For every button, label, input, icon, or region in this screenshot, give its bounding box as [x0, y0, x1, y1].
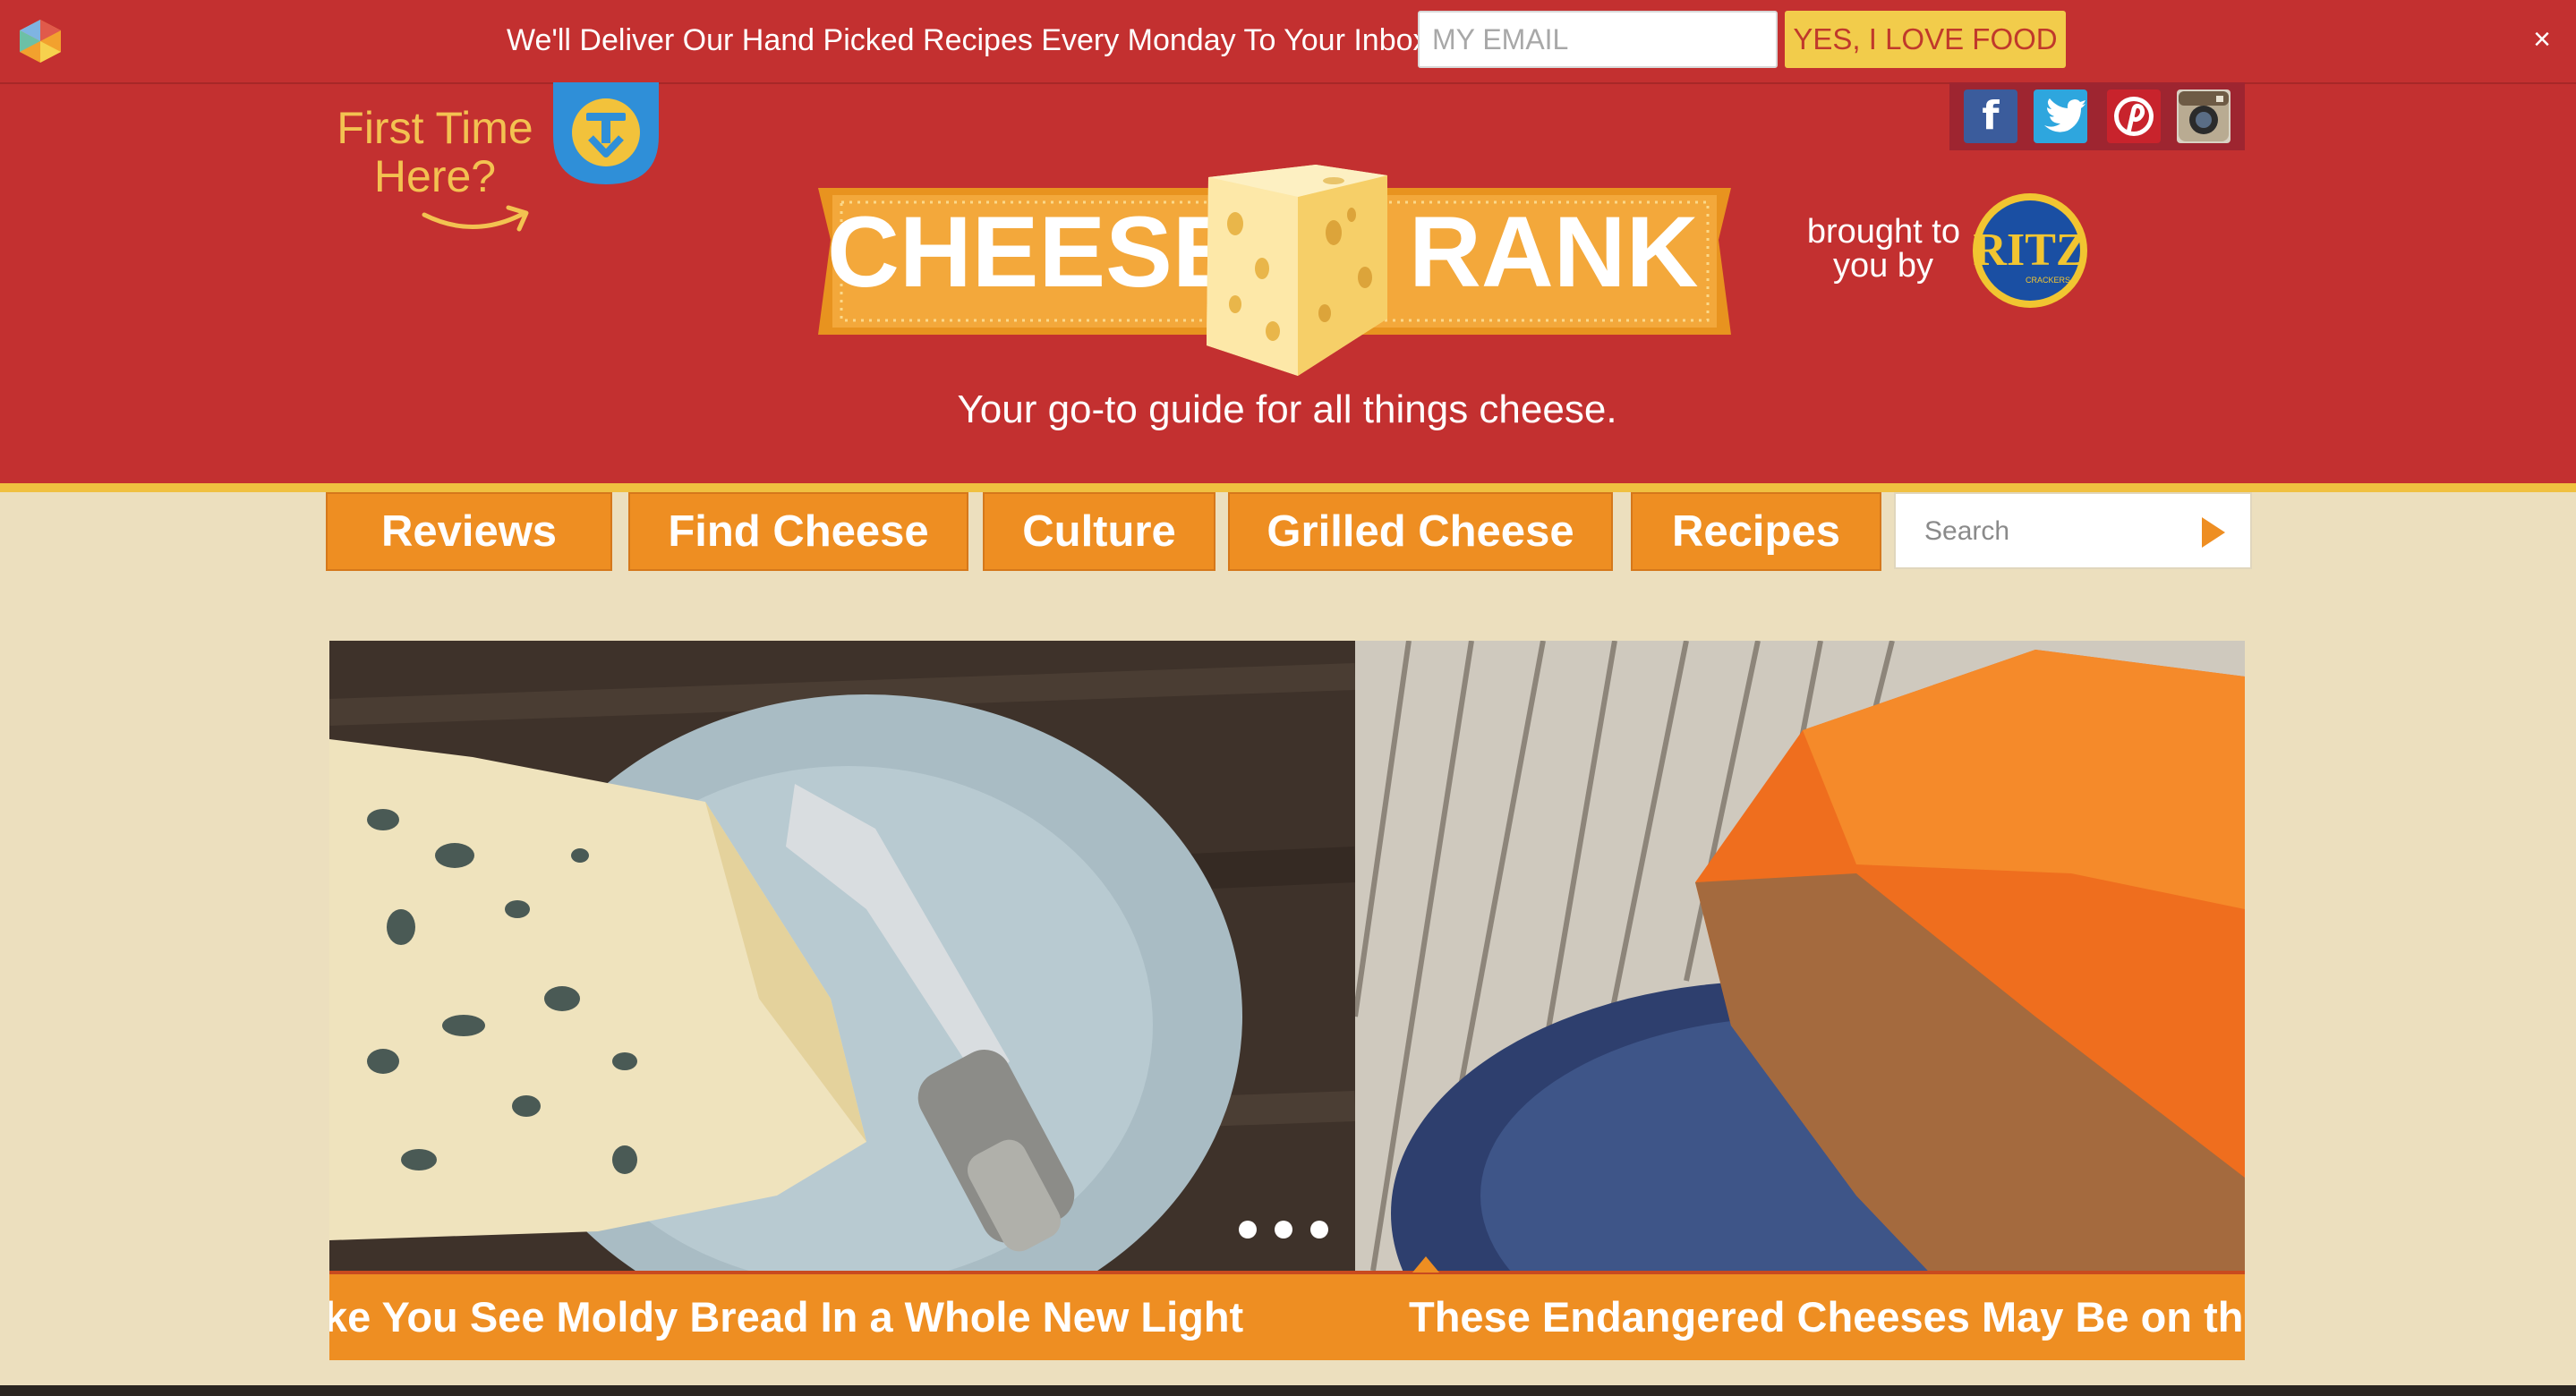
logo-text-left: CHEESE — [827, 196, 1240, 308]
curved-arrow-icon — [422, 205, 529, 232]
nav-item-grilled-cheese[interactable]: Grilled Cheese — [1228, 492, 1613, 571]
sponsor-name: RITZ — [1973, 225, 2086, 276]
slider-dot[interactable] — [1310, 1221, 1328, 1239]
search-submit-icon[interactable] — [2200, 515, 2227, 549]
caption-pointer — [1412, 1256, 1439, 1273]
promo-logo-icon[interactable] — [16, 18, 64, 64]
nav-item-find-cheese[interactable]: Find Cheese — [628, 492, 968, 571]
search-input[interactable] — [1923, 506, 2195, 557]
site-logo[interactable]: CHEESE RANK — [815, 161, 1735, 385]
sponsor-label: brought to you by — [1781, 215, 1960, 283]
first-time-line2: Here? — [373, 151, 497, 201]
slide-caption[interactable]: These Endangered Cheeses May Be on the — [1409, 1292, 2245, 1342]
close-icon[interactable]: × — [2529, 21, 2555, 57]
slide-image-orange-cheese[interactable] — [1355, 641, 2245, 1271]
slider-dot[interactable] — [1275, 1221, 1292, 1239]
first-time-label[interactable]: First Time Here? — [328, 104, 542, 200]
facebook-icon[interactable]: f — [1964, 89, 2017, 143]
cheese-wedge-icon — [1207, 165, 1387, 376]
welcome-badge-icon[interactable] — [553, 82, 659, 184]
site-tagline: Your go-to guide for all things cheese. — [957, 387, 1617, 431]
header-divider — [0, 483, 2576, 492]
email-field[interactable] — [1418, 11, 1778, 68]
slider-caption-bar: ke You See Moldy Bread In a Whole New Li… — [329, 1271, 2245, 1360]
subscribe-button[interactable]: YES, I LOVE FOOD — [1785, 11, 2066, 68]
sponsor-label-line1: brought to — [1806, 213, 1960, 251]
search-box — [1894, 492, 2252, 569]
sponsor-sub: CRACKERS — [2026, 276, 2070, 285]
slide-image-blue-cheese[interactable] — [329, 641, 1355, 1271]
nav-item-culture[interactable]: Culture — [983, 492, 1215, 571]
logo-text-right: RANK — [1409, 196, 1699, 308]
nav-item-recipes[interactable]: Recipes — [1631, 492, 1881, 571]
pinterest-icon[interactable] — [2107, 89, 2161, 143]
social-links: f — [1949, 82, 2245, 150]
first-time-line1: First Time — [337, 103, 533, 153]
twitter-icon[interactable] — [2034, 89, 2087, 143]
sponsor-label-line2: you by — [1833, 247, 1933, 285]
page-bottom-edge — [0, 1385, 2576, 1396]
promo-text: We'll Deliver Our Hand Picked Recipes Ev… — [507, 23, 1429, 57]
instagram-icon[interactable] — [2177, 89, 2231, 143]
nav-item-reviews[interactable]: Reviews — [326, 492, 612, 571]
slider-dot[interactable] — [1239, 1221, 1257, 1239]
slide-caption[interactable]: ke You See Moldy Bread In a Whole New Li… — [329, 1292, 1243, 1342]
ritz-logo[interactable]: RITZ CRACKERS — [1969, 190, 2091, 311]
